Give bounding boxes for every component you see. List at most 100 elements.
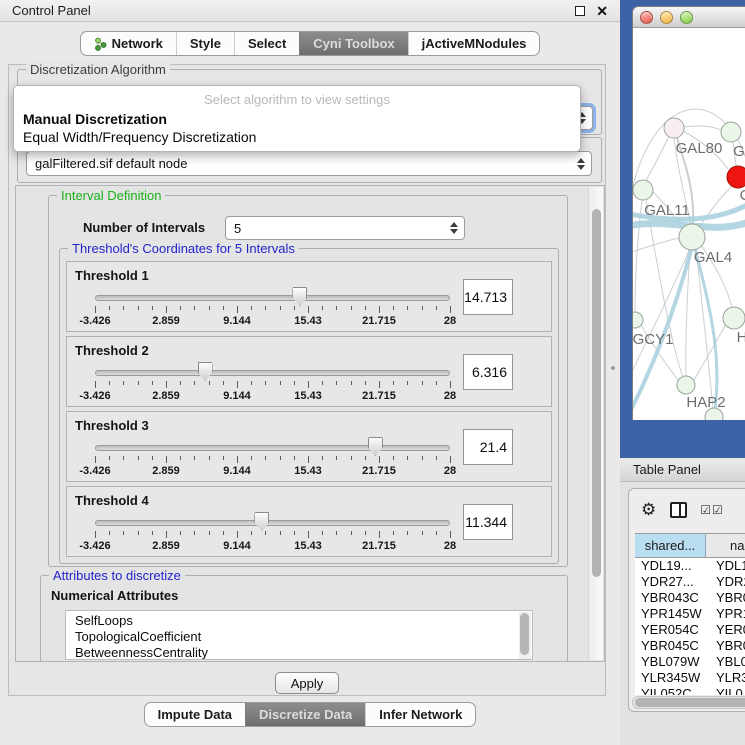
slider-tick-labels: -3.4262.8599.14415.4321.71528 (95, 315, 450, 327)
table-cell: YDR2 (706, 574, 745, 590)
network-node[interactable] (677, 376, 695, 394)
list-scrollbar[interactable] (519, 612, 531, 660)
tab-jactivemnodules[interactable]: jActiveMNodules (408, 32, 540, 55)
attribute-item[interactable]: TopologicalCoefficient (75, 629, 532, 645)
slider-tick-labels: -3.4262.8599.14415.4321.71528 (95, 465, 450, 477)
slider-track[interactable] (95, 445, 450, 451)
network-node[interactable] (721, 122, 741, 142)
node-label: GAL4 (694, 249, 732, 266)
slider-tick-labels: -3.4262.8599.14415.4321.71528 (95, 540, 450, 552)
table-data-combo[interactable]: galFiltered.sif default node (26, 151, 592, 176)
table-row[interactable]: YIL052CYIL0 (635, 686, 745, 695)
horizontal-scrollbar[interactable] (632, 696, 745, 709)
table-row[interactable]: YLR345WYLR3 (635, 670, 745, 686)
gear-icon[interactable]: ⚙ (641, 500, 656, 520)
table-cell: YER0 (706, 622, 745, 638)
slider-track[interactable] (95, 295, 450, 301)
tick-label: 15.43 (294, 540, 322, 552)
slider-track[interactable] (95, 370, 450, 376)
node-label: GA (733, 143, 745, 160)
network-edge[interactable] (633, 250, 689, 378)
control-panel: Control Panel ✕ NetworkStyle Select Cyni T… (0, 0, 620, 745)
column-header-name[interactable]: na (706, 534, 745, 557)
tab-cyni-toolbox[interactable]: Cyni Toolbox (299, 32, 407, 55)
network-edge[interactable] (633, 238, 679, 253)
tick-label: 28 (444, 390, 456, 402)
tab-select[interactable]: Select (234, 32, 299, 55)
close-icon[interactable]: ✕ (596, 6, 608, 16)
stepper-icon (450, 222, 458, 234)
table-cell: YER054C (635, 622, 706, 638)
table-row[interactable]: YPR145WYPR1 (635, 606, 745, 622)
tick-label: -3.426 (79, 315, 110, 327)
tab-style[interactable]: Style (176, 32, 234, 55)
table-row[interactable]: YBR043CYBR0 (635, 590, 745, 606)
network-canvas[interactable]: GAL80GACGAL11GAL4GCY1HHAP2 (633, 28, 745, 420)
apply-button[interactable]: Apply (275, 672, 339, 694)
threshold-value-field[interactable]: 21.4 (463, 429, 513, 465)
table-toolbar: ⚙ ☑☑ (629, 497, 724, 523)
network-graph[interactable]: GAL80GACGAL11GAL4GCY1HHAP2 (633, 28, 745, 420)
network-edge[interactable] (696, 249, 713, 408)
node-label: GAL11 (644, 202, 690, 219)
dropdown-option-equal-width[interactable]: Equal Width/Frequency Discretization (14, 128, 580, 146)
network-node[interactable] (679, 224, 705, 250)
table-cell: YLR3 (706, 670, 745, 686)
table-cell: YDL1 (706, 558, 745, 574)
checkbox-icons[interactable]: ☑☑ (700, 503, 724, 517)
slider-track[interactable] (95, 520, 450, 526)
float-window-icon[interactable] (575, 6, 585, 16)
network-node[interactable] (723, 307, 745, 329)
attribute-item[interactable]: BetweennessCentrality (75, 645, 532, 660)
network-node[interactable] (664, 118, 684, 138)
slider-thumb-icon[interactable] (368, 437, 383, 456)
slider-ticks (95, 531, 450, 539)
tab-discretize-data[interactable]: Discretize Data (245, 703, 365, 726)
table-cell: YPR1 (706, 606, 745, 622)
vertical-scrollbar[interactable] (588, 187, 603, 660)
network-node[interactable] (633, 180, 653, 200)
slider-thumb-icon[interactable] (254, 512, 269, 531)
table-row[interactable]: YBR045CYBR0 (635, 638, 745, 654)
scrollbar-thumb[interactable] (635, 698, 745, 707)
columns-icon[interactable] (670, 502, 687, 518)
network-edge[interactable] (699, 187, 731, 227)
panel-titlebar: Control Panel ✕ (0, 0, 620, 22)
mac-minimize-icon[interactable] (660, 11, 673, 24)
numerical-attributes-label: Numerical Attributes (51, 588, 178, 603)
slider-thumb-icon[interactable] (292, 287, 307, 306)
table-row[interactable]: YDL19...YDL1 (635, 558, 745, 574)
mac-zoom-icon[interactable] (680, 11, 693, 24)
network-edge[interactable] (694, 324, 726, 380)
table-row[interactable]: YBL079WYBL0 (635, 654, 745, 670)
tab-impute-data[interactable]: Impute Data (145, 703, 245, 726)
table-row[interactable]: YDR27...YDR2 (635, 574, 745, 590)
tab-label: Infer Network (379, 707, 462, 722)
threshold-value-field[interactable]: 14.713 (463, 279, 513, 315)
splitter-handle[interactable] (611, 366, 615, 370)
slider-ticks (95, 456, 450, 464)
mac-close-icon[interactable] (640, 11, 653, 24)
scrollbar-thumb[interactable] (592, 209, 601, 577)
tab-label: Impute Data (158, 707, 232, 722)
node-table: shared... na YDL19...YDL1YDR27...YDR2YBR… (635, 533, 745, 695)
table-row[interactable]: YER054CYER0 (635, 622, 745, 638)
tab-infer-network[interactable]: Infer Network (365, 703, 475, 726)
column-header-shared[interactable]: shared... (635, 534, 706, 557)
table-cell: YBR043C (635, 590, 706, 606)
group-title: Interval Definition (57, 188, 165, 203)
threshold-value-field[interactable]: 11.344 (463, 504, 513, 540)
numerical-attributes-list[interactable]: SelfLoopsTopologicalCoefficientBetweenne… (65, 610, 533, 660)
table-panel-title: Table Panel (633, 462, 701, 477)
attribute-item[interactable]: SelfLoops (75, 613, 532, 629)
network-edge[interactable] (684, 126, 721, 130)
tab-label: Select (248, 36, 286, 51)
network-node[interactable] (727, 166, 745, 188)
tab-network[interactable]: Network (81, 32, 176, 55)
dropdown-option-manual[interactable]: Manual Discretization (14, 110, 580, 128)
num-intervals-combo[interactable]: 5 (225, 216, 465, 240)
slider-thumb-icon[interactable] (198, 362, 213, 381)
threshold-box: Threshold 4 -3.4262.8599.14415.4321.7152… (66, 486, 552, 557)
threshold-value-field[interactable]: 6.316 (463, 354, 513, 390)
tab-label: Discretize Data (259, 707, 352, 722)
